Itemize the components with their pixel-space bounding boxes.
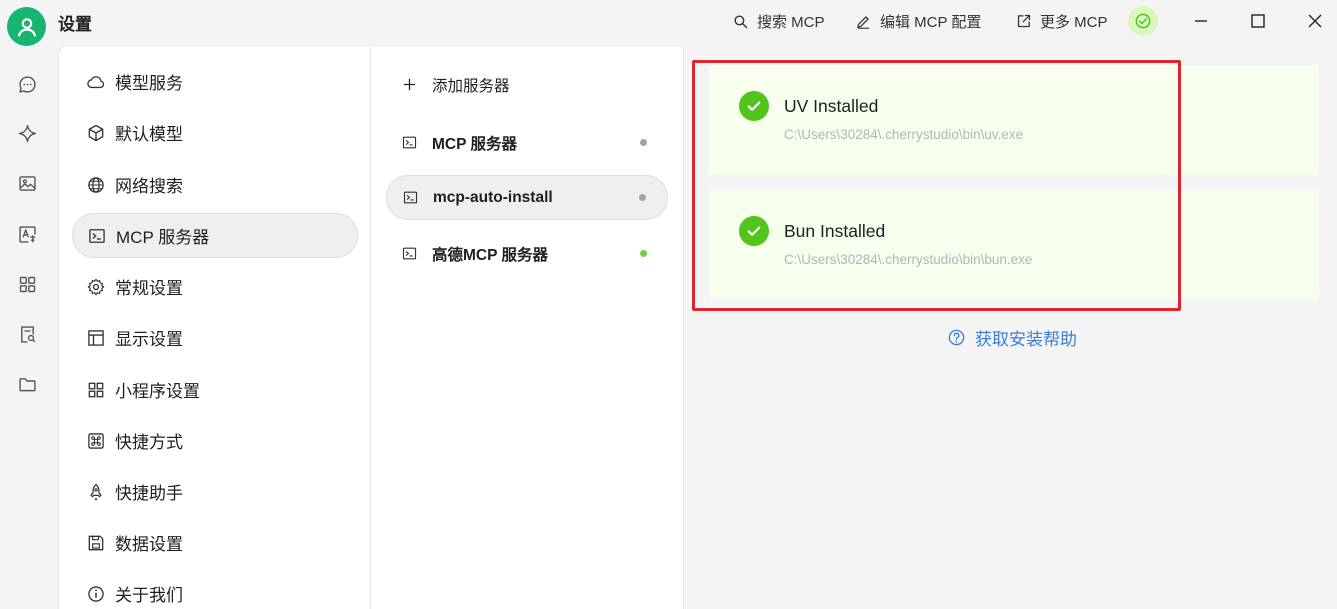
- cube-icon: [88, 124, 104, 141]
- search-mcp-label: 搜索 MCP: [757, 13, 825, 31]
- edit-mcp-config-button[interactable]: 编辑 MCP 配置: [855, 10, 981, 32]
- menu-item-data-settings[interactable]: 数据设置: [72, 520, 358, 565]
- apps-grid-icon: [19, 276, 35, 292]
- knowledge-nav-button[interactable]: [15, 322, 39, 346]
- avatar[interactable]: [7, 7, 46, 46]
- mcp-server-list: 添加服务器 MCP 服务器 mcp-auto-install 高德MCP 服务器: [371, 45, 684, 609]
- menu-item-shortcuts[interactable]: 快捷方式: [72, 418, 358, 463]
- menu-item-label: 快捷方式: [115, 433, 183, 452]
- document-search-icon: [20, 325, 35, 343]
- menu-item-label: 常规设置: [115, 279, 183, 298]
- close-button[interactable]: [1304, 10, 1326, 32]
- globe-icon: [88, 176, 104, 193]
- menu-item-label: MCP 服务器: [116, 228, 210, 247]
- titlebar: 设置 搜索 MCP 编辑 MCP 配置 更多 MCP: [0, 0, 1337, 46]
- server-item-mcp-auto-install[interactable]: mcp-auto-install: [386, 175, 668, 220]
- menu-item-mcp-servers[interactable]: MCP 服务器: [72, 213, 358, 258]
- info-icon: [88, 585, 104, 602]
- menu-item-label: 关于我们: [115, 586, 183, 605]
- add-server-button[interactable]: 添加服务器: [386, 62, 668, 107]
- sparkle-icon: [18, 124, 36, 142]
- command-icon: [88, 432, 104, 449]
- maximize-icon: [1251, 14, 1265, 28]
- more-mcp-button[interactable]: 更多 MCP: [1015, 10, 1108, 32]
- image-nav-button[interactable]: [15, 171, 39, 195]
- status-indicator[interactable]: [1128, 6, 1158, 36]
- chat-nav-button[interactable]: [15, 72, 39, 96]
- menu-item-display-settings[interactable]: 显示设置: [72, 315, 358, 360]
- minimize-button[interactable]: [1190, 10, 1212, 32]
- menu-item-label: 默认模型: [115, 125, 183, 144]
- menu-item-model-service[interactable]: 模型服务: [72, 59, 358, 104]
- check-circle-icon: [1135, 13, 1151, 29]
- grid-icon: [88, 382, 104, 397]
- gear-icon: [87, 278, 105, 295]
- menu-item-label: 数据设置: [115, 535, 183, 554]
- save-icon: [88, 535, 104, 550]
- apps-nav-button[interactable]: [15, 272, 39, 296]
- server-item-label: 高德MCP 服务器: [432, 246, 548, 264]
- page-title: 设置: [58, 15, 92, 34]
- terminal-icon: [403, 191, 418, 204]
- terminal-icon: [89, 228, 105, 243]
- search-icon: [734, 14, 748, 28]
- server-item-label: mcp-auto-install: [433, 188, 553, 206]
- menu-item-web-search[interactable]: 网络搜索: [72, 162, 358, 207]
- add-server-label: 添加服务器: [432, 77, 510, 95]
- menu-item-general-settings[interactable]: 常规设置: [72, 264, 358, 309]
- server-status-dot: [640, 139, 647, 146]
- server-status-dot: [639, 194, 646, 201]
- assistant-nav-button[interactable]: [15, 121, 39, 145]
- server-status-dot: [640, 250, 647, 257]
- menu-item-label: 模型服务: [115, 74, 183, 93]
- menu-item-quick-assistant[interactable]: 快捷助手: [72, 469, 358, 514]
- menu-item-about-us[interactable]: 关于我们: [72, 571, 358, 609]
- pencil-icon: [857, 15, 870, 29]
- menu-item-miniapp-settings[interactable]: 小程序设置: [72, 367, 358, 412]
- terminal-icon: [402, 247, 417, 260]
- close-icon: [1308, 14, 1322, 28]
- maximize-button[interactable]: [1247, 10, 1269, 32]
- server-item-label: MCP 服务器: [432, 135, 517, 153]
- question-circle-icon: [948, 329, 965, 346]
- translate-nav-button[interactable]: [15, 222, 39, 246]
- plus-icon: [403, 78, 416, 91]
- chat-bubble-icon: [18, 75, 36, 93]
- menu-item-label: 网络搜索: [115, 177, 183, 196]
- server-item-gaode-mcp-server[interactable]: 高德MCP 服务器: [386, 231, 668, 276]
- menu-item-label: 小程序设置: [115, 382, 200, 401]
- settings-menu: 模型服务 默认模型 网络搜索 MCP 服务器 常规设置 显示设置 小程序设置 快…: [58, 45, 371, 609]
- user-icon: [17, 17, 36, 37]
- server-item-mcp-server[interactable]: MCP 服务器: [386, 120, 668, 165]
- menu-item-default-model[interactable]: 默认模型: [72, 110, 358, 155]
- folder-icon: [18, 377, 36, 391]
- terminal-icon: [402, 136, 417, 149]
- external-link-icon: [1017, 14, 1031, 27]
- edit-mcp-config-label: 编辑 MCP 配置: [880, 13, 982, 31]
- rocket-icon: [90, 483, 102, 501]
- menu-item-label: 快捷助手: [115, 484, 183, 503]
- install-detail-panel: UV Installed C:\Users\30284\.cherrystudi…: [684, 45, 1337, 609]
- app-window: 设置 搜索 MCP 编辑 MCP 配置 更多 MCP 模型服务 默认模型 网络搜…: [0, 0, 1337, 609]
- image-icon: [18, 175, 36, 191]
- install-help-link[interactable]: 获取安装帮助: [947, 325, 1077, 350]
- layout-icon: [88, 329, 104, 346]
- nav-rail: [0, 45, 58, 609]
- files-nav-button[interactable]: [15, 372, 39, 396]
- menu-item-label: 显示设置: [115, 330, 183, 349]
- highlight-annotation: [692, 60, 1181, 311]
- more-mcp-label: 更多 MCP: [1040, 13, 1108, 31]
- search-mcp-button[interactable]: 搜索 MCP: [732, 10, 825, 32]
- minimize-icon: [1195, 20, 1207, 22]
- cloud-icon: [87, 75, 105, 88]
- translate-icon: [18, 225, 36, 243]
- install-help-label: 获取安装帮助: [975, 330, 1077, 349]
